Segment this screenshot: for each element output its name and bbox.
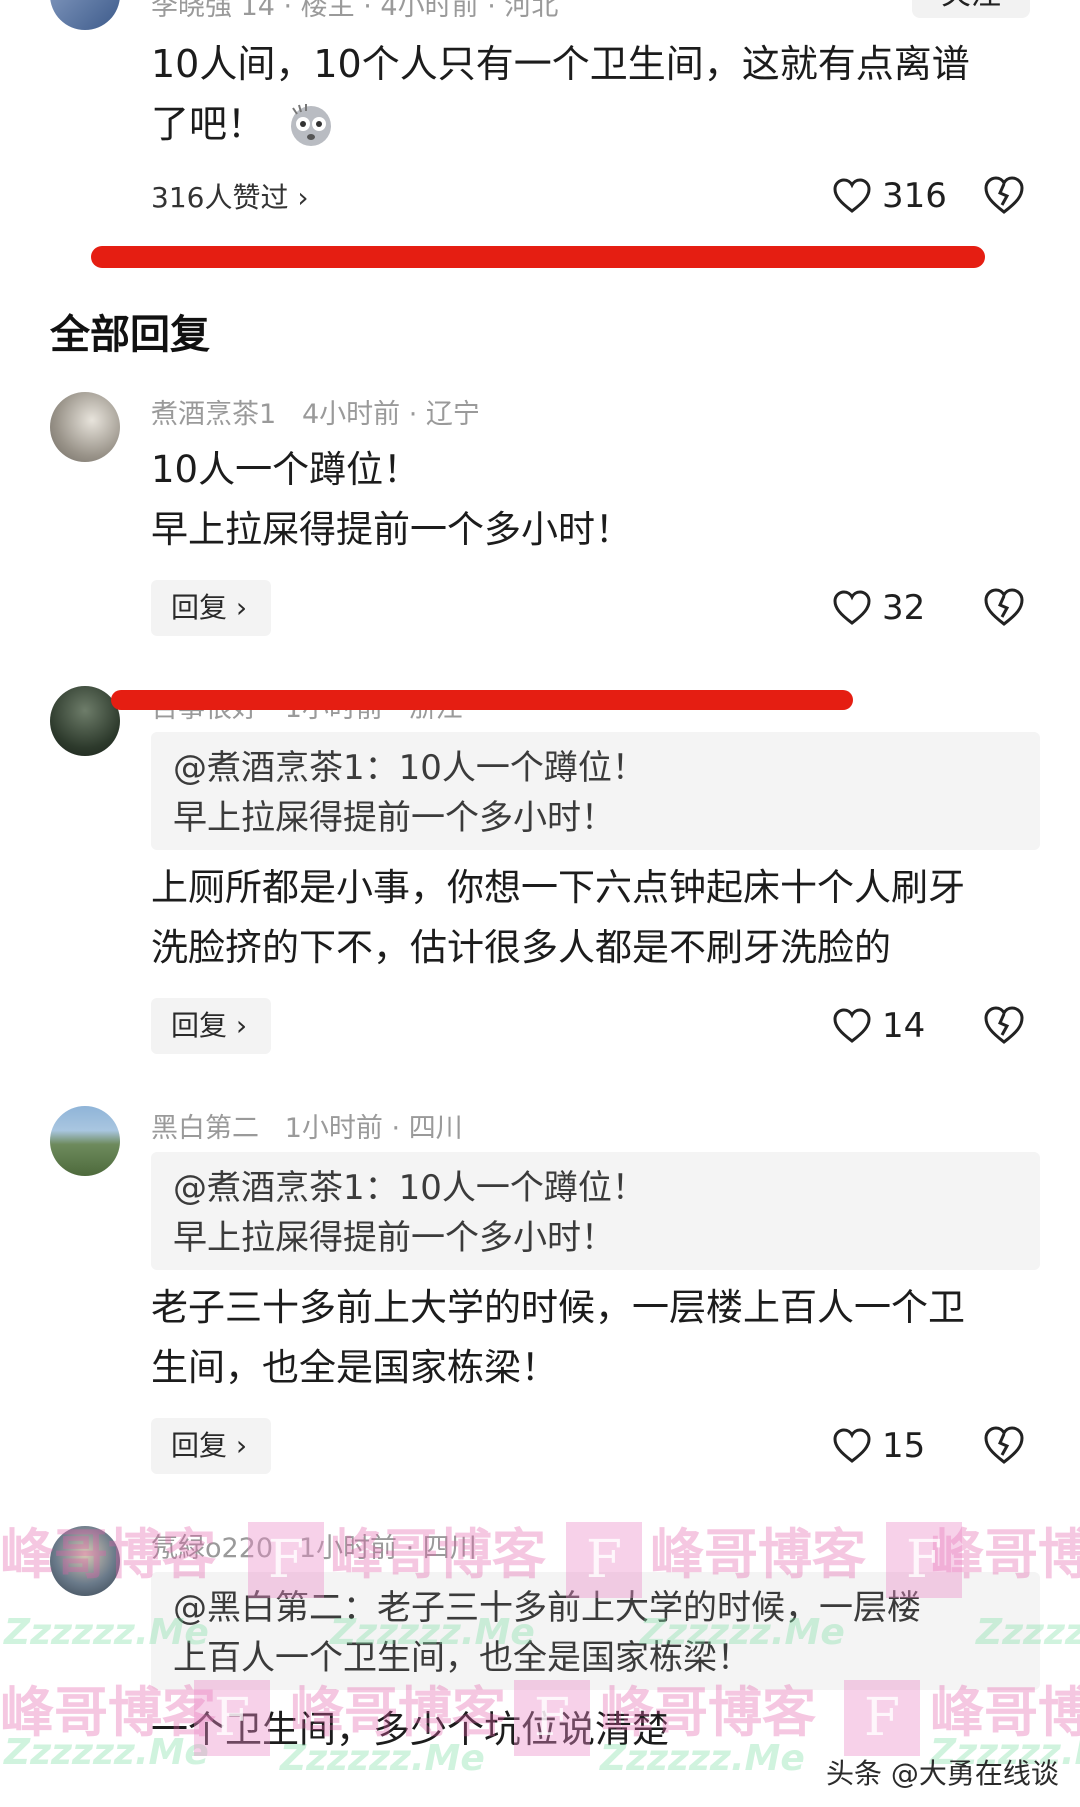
heart-outline-icon	[833, 178, 871, 213]
avatar[interactable]	[50, 1526, 120, 1596]
avatar[interactable]	[50, 1106, 120, 1176]
avatar[interactable]	[50, 0, 120, 30]
quote-line: @黑白第二：老子三十多前上大学的时候，一层楼	[173, 1588, 921, 1628]
like-button[interactable]: 15	[832, 1424, 925, 1468]
heart-outline-icon	[833, 590, 871, 625]
quote-line: 早上拉屎得提前一个多小时！	[173, 1218, 615, 1258]
watermark-badge: F	[844, 1680, 920, 1756]
like-button[interactable]: 32	[832, 586, 925, 630]
username[interactable]: 煮酒烹茶1	[151, 399, 276, 430]
likers-link[interactable]: 316人赞过 ›	[151, 176, 309, 216]
quoted-comment[interactable]: @煮酒烹茶1：10人一个蹲位！ 早上拉屎得提前一个多小时！	[151, 732, 1040, 850]
like-count: 14	[882, 1006, 926, 1046]
heart-outline-icon	[833, 1008, 871, 1043]
like-count: 15	[882, 1426, 926, 1466]
quote-line: @煮酒烹茶1：10人一个蹲位！	[173, 748, 646, 788]
broken-heart-icon[interactable]	[982, 174, 1026, 218]
like-button[interactable]: 14	[832, 1004, 925, 1048]
comment-meta: 李晓强 14 · 楼主 · 4小时前 · 河北	[151, 0, 559, 22]
quote-line: @煮酒烹茶1：10人一个蹲位！	[173, 1168, 646, 1208]
source-credit: 头条 @大勇在线谈	[826, 1757, 1059, 1790]
reply-button[interactable]: 回复 ›	[151, 998, 271, 1054]
username[interactable]: 黑白第二	[151, 1113, 259, 1144]
comment-text: 老子三十多前上大学的时候，一层楼上百人一个卫 生间，也全是国家栋梁！	[151, 1286, 965, 1389]
avatar[interactable]	[50, 392, 120, 462]
username[interactable]: 氖緑o220	[151, 1533, 273, 1564]
like-button[interactable]: 316	[832, 174, 947, 218]
reply-button[interactable]: 回复 ›	[151, 580, 271, 636]
comment-meta: 氖緑o220 1小时前 · 四川	[151, 1533, 477, 1564]
like-count: 32	[882, 588, 926, 628]
follow-button[interactable]: 关注	[912, 0, 1030, 18]
heart-outline-icon	[833, 1428, 871, 1463]
comment-text: 上厕所都是小事，你想一下六点钟起床十个人刷牙 洗脸挤的下不，估计很多人都是不刷牙…	[151, 866, 965, 969]
red-highlight-line	[91, 246, 985, 268]
comment-meta: 煮酒烹茶1 4小时前 · 辽宁	[151, 399, 480, 430]
quoted-comment[interactable]: @黑白第二：老子三十多前上大学的时候，一层楼 上百人一个卫生间，也全是国家栋梁！	[151, 1572, 1040, 1690]
section-title: 全部回复	[50, 312, 210, 358]
quote-line: 早上拉屎得提前一个多小时！	[173, 798, 615, 838]
comment-text: 10人间，10个人只有一个卫生间，这就有点离谱 了吧！	[151, 42, 970, 148]
comment-meta: 黑白第二 1小时前 · 四川	[151, 1113, 463, 1144]
comment-text: 一个卫生间，多少个坑位说清楚	[151, 1708, 669, 1751]
broken-heart-icon[interactable]	[982, 1004, 1026, 1048]
avatar[interactable]	[50, 686, 120, 756]
comment-text: 10人一个蹲位！ 早上拉屎得提前一个多小时！	[151, 448, 632, 551]
broken-heart-icon[interactable]	[982, 586, 1026, 630]
quoted-comment[interactable]: @煮酒烹茶1：10人一个蹲位！ 早上拉屎得提前一个多小时！	[151, 1152, 1040, 1270]
reply-button[interactable]: 回复 ›	[151, 1418, 271, 1474]
like-count: 316	[882, 176, 947, 216]
quote-line: 上百人一个卫生间，也全是国家栋梁！	[173, 1638, 751, 1678]
surprised-emoji-icon	[287, 100, 335, 148]
broken-heart-icon[interactable]	[982, 1424, 1026, 1468]
red-highlight-line	[111, 690, 853, 710]
